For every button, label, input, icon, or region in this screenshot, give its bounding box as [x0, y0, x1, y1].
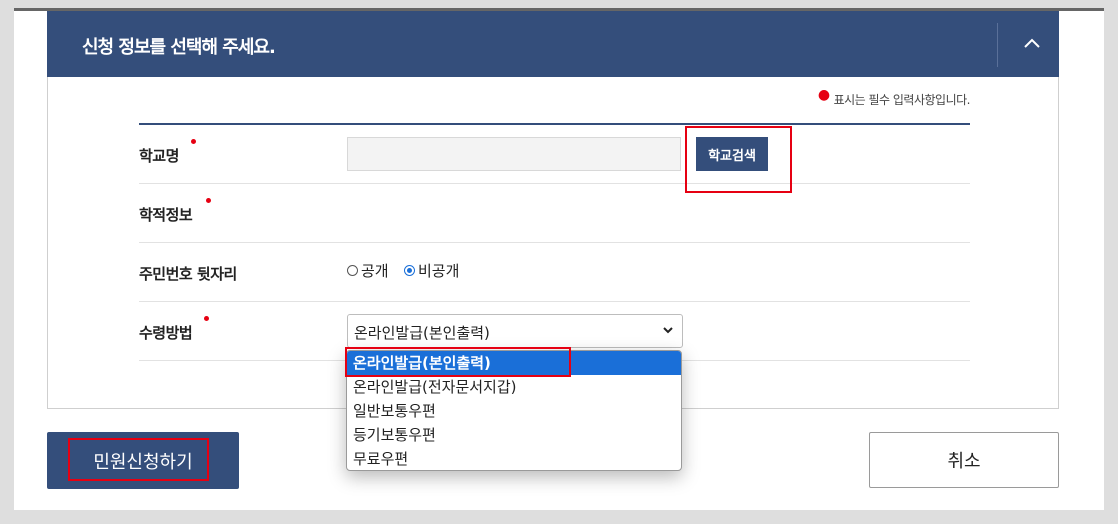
option-online-self-print[interactable]: 온라인발급(본인출력): [347, 351, 681, 375]
radio-circle-checked[interactable]: [404, 265, 415, 276]
school-label: 학교명: [139, 147, 179, 165]
panel-header: 신청 정보를 선택해 주세요.: [47, 11, 1059, 77]
row-school: 학교명 학교검색: [139, 125, 970, 184]
select-value: 온라인발급(본인출력): [354, 324, 490, 342]
option-registered-mail[interactable]: 등기보통우편: [347, 423, 681, 447]
cancel-button[interactable]: 취소: [869, 432, 1059, 488]
school-name-input[interactable]: [347, 137, 681, 171]
required-note-text: 표시는 필수 입력사항입니다.: [833, 93, 971, 107]
school-search-button[interactable]: 학교검색: [696, 137, 768, 171]
required-dot-icon: [204, 316, 209, 321]
radio-public[interactable]: 공개: [347, 260, 389, 281]
option-free-mail[interactable]: 무료우편: [347, 447, 681, 470]
required-dot-icon: [206, 198, 211, 203]
collapse-button[interactable]: [1007, 23, 1057, 67]
option-regular-mail[interactable]: 일반보통우편: [347, 399, 681, 423]
required-note: ● 표시는 필수 입력사항입니다.: [818, 87, 971, 108]
apply-button[interactable]: 민원신청하기: [47, 432, 239, 489]
radio-private[interactable]: 비공개: [404, 260, 459, 281]
option-online-e-wallet[interactable]: 온라인발급(전자문서지갑): [347, 375, 681, 399]
chevron-up-icon: [1024, 38, 1040, 48]
rrn-suffix-label: 주민번호 뒷자리: [139, 265, 237, 283]
row-academic: 학적정보: [139, 184, 970, 243]
required-dot-icon: [191, 139, 196, 144]
row-rrn-suffix: 주민번호 뒷자리 공개 비공개: [139, 243, 970, 302]
academic-info-label: 학적정보: [139, 206, 193, 224]
delivery-method-dropdown: 온라인발급(본인출력) 온라인발급(전자문서지갑) 일반보통우편 등기보통우편 …: [346, 350, 682, 471]
radio-public-label: 공개: [361, 262, 389, 280]
required-dot-icon: ●: [817, 87, 830, 103]
header-divider: [997, 23, 998, 67]
panel-title: 신청 정보를 선택해 주세요.: [82, 37, 276, 58]
radio-private-label: 비공개: [418, 262, 460, 280]
delivery-method-select[interactable]: 온라인발급(본인출력): [347, 314, 683, 348]
radio-circle[interactable]: [347, 265, 358, 276]
chevron-down-icon: [663, 327, 673, 334]
delivery-method-label: 수령방법: [139, 324, 193, 342]
